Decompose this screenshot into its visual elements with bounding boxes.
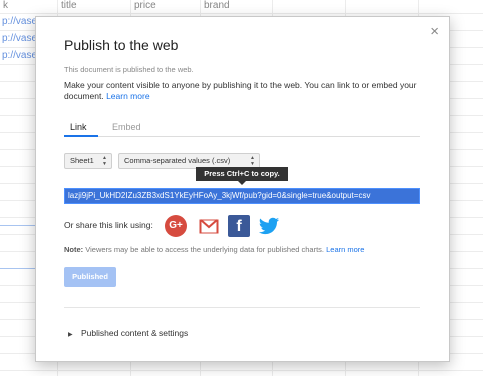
- close-icon[interactable]: ×: [430, 23, 439, 40]
- share-label: Or share this link using:: [64, 220, 153, 230]
- dialog-description: Make your content visible to anyone by p…: [64, 80, 424, 102]
- tooltip-arrow: [238, 181, 246, 185]
- active-tab-indicator: [64, 135, 98, 137]
- facebook-icon[interactable]: f: [228, 215, 250, 237]
- sheet-select-value: Sheet1: [70, 156, 94, 165]
- publish-status: This document is published to the web.: [64, 65, 194, 74]
- published-content-settings-toggle[interactable]: ▶ Published content & settings: [68, 328, 188, 338]
- divider: [64, 307, 420, 308]
- publish-dialog: × Publish to the web This document is pu…: [35, 16, 450, 362]
- tab-embed[interactable]: Embed: [112, 122, 141, 132]
- expander-label: Published content & settings: [81, 328, 189, 338]
- sheet-select[interactable]: Sheet1 ▲ ▼: [64, 153, 112, 169]
- copy-tooltip: Press Ctrl+C to copy.: [196, 167, 288, 185]
- published-button[interactable]: Published: [64, 267, 116, 287]
- format-select-value: Comma-separated values (.csv): [124, 156, 231, 165]
- gmail-icon[interactable]: [198, 215, 220, 237]
- tab-link[interactable]: Link: [70, 122, 87, 132]
- note-label: Note:: [64, 245, 84, 254]
- tab-bar: Link Embed: [64, 118, 420, 137]
- dialog-title: Publish to the web: [64, 37, 179, 53]
- note-text: Viewers may be able to access the underl…: [85, 245, 325, 254]
- select-arrows-icon: ▲ ▼: [102, 155, 107, 167]
- select-arrows-icon: ▲ ▼: [250, 155, 255, 167]
- learn-more-link[interactable]: Learn more: [106, 91, 149, 101]
- note-learn-more-link[interactable]: Learn more: [326, 245, 364, 254]
- publish-url-text: lazji9jPi_UkHD2IZu3ZB3xdS1YkEyHFoAy_3kjW…: [65, 189, 419, 203]
- twitter-icon[interactable]: [258, 215, 280, 237]
- copy-tooltip-text: Press Ctrl+C to copy.: [204, 169, 280, 178]
- publish-url-field[interactable]: lazji9jPi_UkHD2IZu3ZB3xdS1YkEyHFoAy_3kjW…: [64, 188, 420, 204]
- publish-note: Note: Viewers may be able to access the …: [64, 245, 424, 254]
- gplus-icon[interactable]: G+: [165, 215, 187, 237]
- caret-right-icon: ▶: [68, 332, 73, 338]
